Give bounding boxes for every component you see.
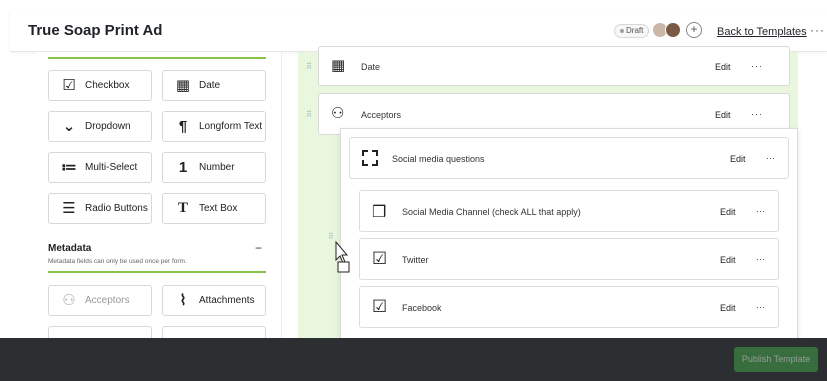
group-child-row[interactable]: ☑ Facebook Edit ··· [359, 286, 779, 328]
field-label: Text Box [199, 203, 238, 214]
row-label: Facebook [402, 303, 442, 313]
field-multi-select-button[interactable]: ≔ Multi-Select [48, 152, 152, 183]
field-label: Checkbox [85, 80, 130, 91]
dashed-box-icon [362, 150, 378, 166]
calendar-icon: ▦ [175, 77, 191, 94]
calendar-icon: ▦ [331, 57, 346, 74]
footer-bar: Publish Template [0, 338, 827, 381]
paperclip-icon: ⌇ [179, 292, 187, 309]
form-row-date[interactable]: ▦ Date Edit ··· [318, 46, 790, 86]
status-label: Draft [626, 26, 644, 35]
group-header[interactable]: Social media questions Edit ··· [349, 137, 789, 179]
row-label: Twitter [402, 255, 429, 265]
field-dropdown-button[interactable]: ⌄ Dropdown [48, 111, 152, 142]
row-more-button[interactable]: ··· [751, 61, 763, 71]
drag-handle-icon[interactable]: ⠿ [306, 110, 312, 119]
add-collaborator-button[interactable]: + [686, 22, 702, 38]
checkbox-icon: ☑ [372, 297, 388, 316]
page-title: True Soap Print Ad [28, 22, 163, 39]
field-label: Number [199, 162, 235, 173]
field-number-button[interactable]: 1 Number [162, 152, 266, 183]
field-label: Multi-Select [85, 162, 138, 173]
person-icon: ⚇ [62, 292, 76, 309]
edit-button[interactable]: Edit [715, 62, 731, 72]
drag-cursor-icon [335, 240, 350, 273]
edit-button[interactable]: Edit [720, 255, 736, 265]
text-icon: T [177, 200, 188, 216]
edit-button[interactable]: Edit [730, 154, 746, 164]
field-date-button[interactable]: ▦ Date [162, 70, 266, 101]
paragraph-icon: ¶ [178, 118, 188, 135]
person-icon: ⚇ [331, 105, 345, 122]
row-more-button[interactable]: ··· [756, 302, 765, 312]
field-label: Dropdown [85, 121, 131, 132]
section-divider [48, 57, 266, 59]
field-checkbox-button[interactable]: ☑ Checkbox [48, 70, 152, 101]
checkbox-icon: ☑ [372, 249, 388, 268]
section-divider [48, 271, 266, 273]
edit-button[interactable]: Edit [720, 303, 736, 313]
field-label: Radio Buttons [85, 203, 148, 214]
group-child-row[interactable]: ☑ Twitter Edit ··· [359, 238, 779, 280]
edit-button[interactable]: Edit [720, 207, 736, 217]
status-dot-icon [620, 28, 624, 33]
field-text-box-button[interactable]: T Text Box [162, 193, 266, 224]
book-icon: ❒ [372, 204, 387, 221]
group-child-row[interactable]: ❒ Social Media Channel (check ALL that a… [359, 190, 779, 232]
metadata-heading: Metadata [48, 243, 92, 254]
field-label: Longform Text [199, 121, 263, 132]
row-label: Date [361, 62, 381, 72]
row-label: Acceptors [361, 110, 402, 120]
row-more-button[interactable]: ··· [756, 254, 765, 264]
field-palette: ☑ Checkbox ▦ Date ⌄ Dropdown ¶ Longform … [36, 52, 282, 342]
multi-select-icon: ≔ [61, 159, 77, 176]
list-icon: ☰ [62, 200, 76, 217]
collapse-metadata-button[interactable]: − [255, 241, 262, 255]
back-to-templates-link[interactable]: Back to Templates [717, 26, 807, 38]
more-options-button[interactable]: ··· [810, 23, 825, 37]
edit-button[interactable]: Edit [715, 110, 731, 120]
publish-template-button[interactable]: Publish Template [734, 347, 818, 372]
row-more-button[interactable]: ··· [756, 206, 765, 216]
checkbox-icon: ☑ [62, 77, 76, 94]
status-badge: Draft [614, 24, 650, 38]
group-label: Social media questions [392, 154, 485, 164]
group-more-button[interactable]: ··· [766, 153, 775, 163]
field-radio-buttons-button[interactable]: ☰ Radio Buttons [48, 193, 152, 224]
chevron-down-icon: ⌄ [62, 118, 76, 135]
field-attachments-button[interactable]: ⌇ Attachments [162, 285, 266, 316]
field-acceptors-button: ⚇ Acceptors [48, 285, 152, 316]
row-label: Social Media Channel (check ALL that app… [402, 207, 581, 217]
metadata-description: Metadata fields can only be used once pe… [48, 258, 187, 265]
field-label: Attachments [199, 295, 255, 306]
row-more-button[interactable]: ··· [751, 109, 763, 119]
number-icon: 1 [178, 159, 188, 176]
dragging-group-panel[interactable]: Social media questions Edit ··· ❒ Social… [340, 128, 798, 340]
field-label: Acceptors [85, 295, 130, 306]
avatar[interactable] [665, 22, 681, 38]
field-label: Date [199, 80, 221, 91]
drag-handle-icon[interactable]: ⠿ [306, 62, 312, 71]
field-longform-text-button[interactable]: ¶ Longform Text [162, 111, 266, 142]
